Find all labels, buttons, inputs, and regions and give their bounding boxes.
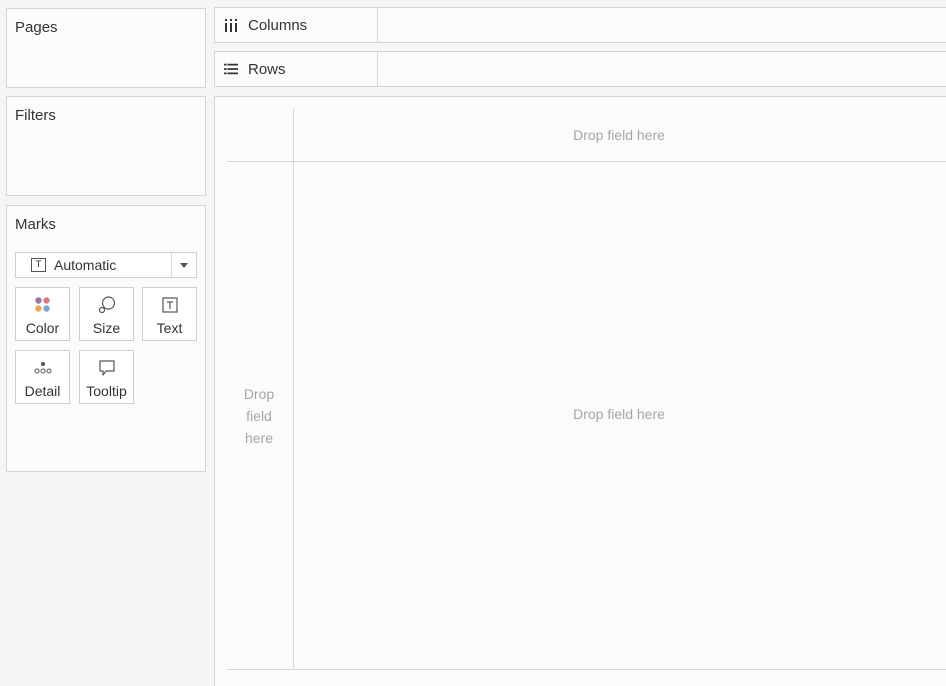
chevron-down-icon[interactable]	[180, 263, 188, 268]
rows-shelf[interactable]: Rows	[214, 51, 946, 87]
marks-card: Marks T Automatic Color Size Text Detail…	[6, 205, 206, 472]
text-mark-icon: T	[31, 258, 46, 272]
tooltip-icon	[80, 358, 133, 378]
size-icon	[80, 295, 133, 315]
filters-title: Filters	[15, 107, 56, 124]
mark-type-value: Automatic	[54, 257, 117, 273]
pages-title: Pages	[15, 19, 58, 36]
rows-drop-zone[interactable]: Drop field here	[229, 383, 289, 449]
size-label: Size	[92, 320, 121, 336]
dropdown-separator	[171, 253, 172, 277]
rows-drop-line-3: here	[244, 430, 274, 446]
columns-icon	[224, 18, 238, 32]
text-label: Text	[156, 320, 183, 336]
rows-shelf-label: Rows	[215, 52, 378, 86]
pages-shelf[interactable]: Pages	[6, 8, 206, 88]
detail-label: Detail	[24, 383, 61, 399]
filters-shelf[interactable]: Filters	[6, 96, 206, 196]
tooltip-label: Tooltip	[86, 383, 127, 399]
columns-shelf-label: Columns	[215, 8, 378, 42]
header-divider	[227, 161, 946, 162]
size-button[interactable]: Size	[79, 287, 134, 341]
text-icon	[143, 295, 196, 315]
rows-drop-line-2: field	[246, 408, 272, 424]
main-drop-zone[interactable]: Drop field here	[294, 406, 944, 422]
rows-icon	[224, 62, 238, 76]
detail-icon	[16, 358, 69, 378]
color-icon	[16, 295, 69, 315]
color-label: Color	[25, 320, 60, 336]
row-header-divider	[293, 108, 294, 670]
bottom-divider	[227, 669, 946, 670]
tooltip-button[interactable]: Tooltip	[79, 350, 134, 404]
rows-drop-line-1: Drop	[243, 386, 275, 402]
mark-type-dropdown[interactable]: T Automatic	[15, 252, 197, 278]
columns-drop-zone[interactable]: Drop field here	[294, 127, 944, 143]
text-button[interactable]: Text	[142, 287, 197, 341]
columns-label: Columns	[248, 16, 308, 34]
detail-button[interactable]: Detail	[15, 350, 70, 404]
marks-title: Marks	[15, 216, 56, 233]
rows-label: Rows	[248, 60, 286, 78]
color-button[interactable]: Color	[15, 287, 70, 341]
view-canvas[interactable]: Drop field here Drop field here Drop fie…	[214, 96, 946, 686]
columns-shelf[interactable]: Columns	[214, 7, 946, 43]
